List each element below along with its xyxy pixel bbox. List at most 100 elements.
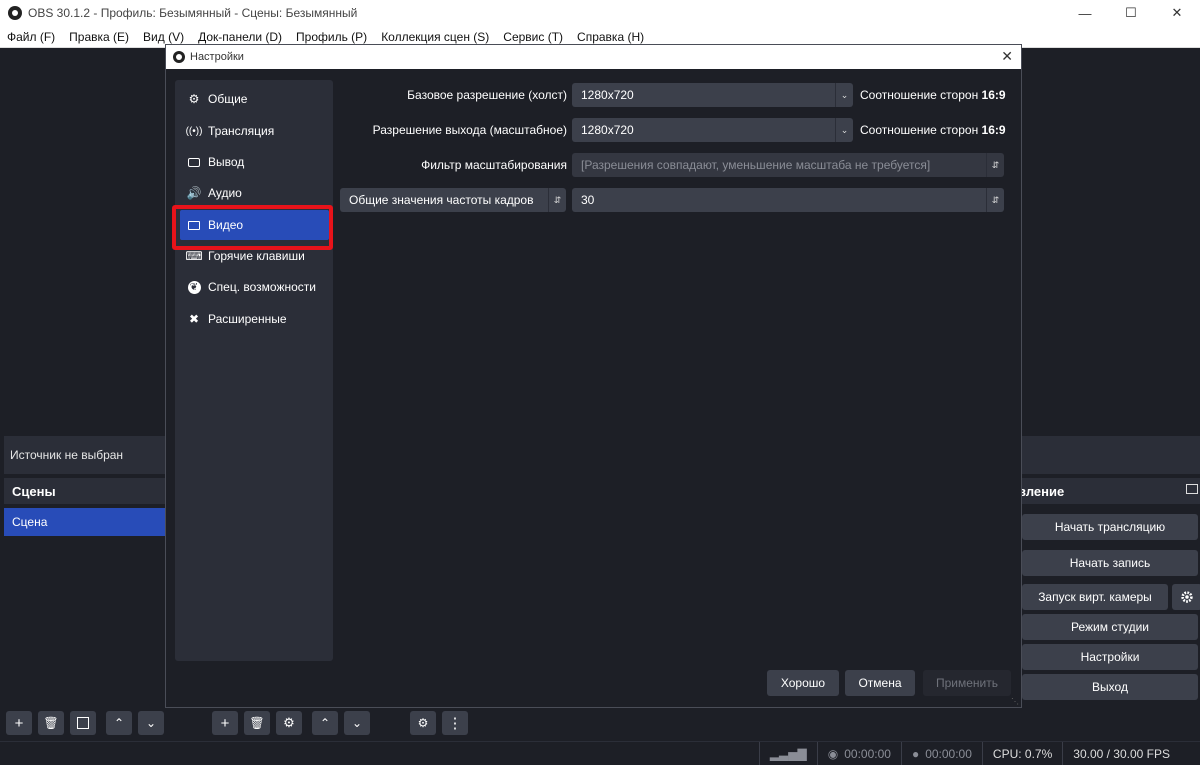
base-resolution-value: 1280x720 (581, 88, 634, 102)
source-properties-button[interactable]: ⚙ (276, 711, 302, 735)
sidebar-item-label: Вывод (208, 155, 245, 169)
sidebar-item-label: Общие (208, 92, 248, 106)
window-controls: — ☐ ✕ (1062, 0, 1200, 26)
plus-icon: + (14, 714, 24, 732)
sidebar-item-label: Расширенные (208, 312, 287, 326)
output-icon (187, 155, 201, 169)
close-icon[interactable]: ✕ (1154, 0, 1200, 26)
ok-button[interactable]: Хорошо (767, 670, 839, 696)
move-scene-down-button[interactable]: ⌄ (138, 711, 164, 735)
base-resolution-combo[interactable]: 1280x720 ⌄ (572, 83, 853, 107)
fps-value-combo[interactable]: 30 ⇵ (572, 188, 1004, 212)
fps-type-value: Общие значения частоты кадров (349, 193, 534, 207)
sidebar-item-audio[interactable]: 🔊 Аудио (175, 178, 333, 208)
move-source-up-button[interactable]: ⌃ (312, 711, 338, 735)
obs-logo-icon (8, 6, 22, 20)
scale-filter-combo: [Разрешения совпадают, уменьшение масшта… (572, 153, 1004, 177)
sidebar-item-accessibility[interactable]: ❦ Спец. возможности (175, 272, 333, 302)
updown-arrows-icon: ⇵ (986, 188, 1004, 212)
gear-icon: ⚙ (188, 92, 200, 106)
settings-button[interactable]: Настройки (1022, 644, 1198, 670)
scene-filters-button[interactable] (70, 711, 96, 735)
advanced-audio-button[interactable]: ⚙ (410, 711, 436, 735)
trash-icon: 🗑 (43, 716, 59, 730)
chevron-down-icon: ⌄ (835, 83, 853, 107)
record-time: 00:00:00 (925, 746, 972, 761)
maximize-icon[interactable]: ☐ (1108, 0, 1154, 26)
virtual-camera-settings-button[interactable] (1172, 584, 1200, 610)
add-scene-button[interactable]: + (6, 711, 32, 735)
output-resolution-label: Разрешение выхода (масштабное) (372, 123, 567, 137)
cancel-button[interactable]: Отмена (845, 670, 915, 696)
updown-arrows-icon: ⇵ (986, 153, 1004, 177)
record-timer: ● 00:00:00 (900, 741, 982, 765)
updown-arrows-icon: ⇵ (548, 188, 566, 212)
gears-icon: ⚙ (417, 716, 429, 730)
output-resolution-combo[interactable]: 1280x720 ⌄ (572, 118, 853, 142)
trash-icon: 🗑 (249, 716, 265, 730)
scale-filter-value: [Разрешения совпадают, уменьшение масшта… (581, 158, 931, 172)
start-virtual-camera-button[interactable]: Запуск вирт. камеры (1022, 584, 1168, 610)
move-scene-up-button[interactable]: ⌃ (106, 711, 132, 735)
menu-tools[interactable]: Сервис (T) (496, 30, 570, 44)
scene-item-label: Сцена (12, 515, 48, 529)
minimize-icon[interactable]: — (1062, 0, 1108, 26)
chevron-down-icon: ⌄ (145, 716, 157, 730)
undock-icon[interactable] (1186, 484, 1198, 494)
mixer-toolbar: ⚙ ⋮ (404, 708, 484, 738)
controls-dock-title: вление (1018, 483, 1065, 499)
output-aspect-ratio: Соотношение сторон 16:9 (860, 123, 1006, 137)
menu-view[interactable]: Вид (V) (136, 30, 191, 44)
scene-item[interactable]: Сцена (4, 508, 166, 536)
menu-file[interactable]: Файл (F) (0, 30, 62, 44)
source-status-text: Источник не выбран (10, 448, 124, 462)
menu-help[interactable]: Справка (H) (570, 30, 651, 44)
menu-edit[interactable]: Правка (E) (62, 30, 136, 44)
sidebar-item-label: Аудио (208, 186, 242, 200)
start-recording-button[interactable]: Начать запись (1022, 550, 1198, 576)
menu-profile[interactable]: Профиль (P) (289, 30, 374, 44)
aspect-ratio-label: Соотношение сторон (860, 123, 979, 137)
exit-button[interactable]: Выход (1022, 674, 1198, 700)
chevron-down-icon: ⌄ (351, 716, 363, 730)
mixer-menu-button[interactable]: ⋮ (442, 711, 468, 735)
signal-bars-icon: ▂▃▅▇ (769, 746, 807, 761)
keyboard-icon: ⌨ (185, 249, 203, 263)
sidebar-item-stream[interactable]: ((•)) Трансляция (175, 116, 333, 146)
cpu-usage: CPU: 0.7% (981, 741, 1062, 765)
menu-scene-collection[interactable]: Коллекция сцен (S) (374, 30, 496, 44)
apply-button[interactable]: Применить (923, 670, 1011, 696)
output-resolution-value: 1280x720 (581, 123, 634, 137)
filter-icon (77, 717, 89, 729)
record-dot-icon: ● (911, 746, 920, 761)
remove-scene-button[interactable]: 🗑 (38, 711, 64, 735)
chevron-down-icon: ⌄ (835, 118, 853, 142)
aspect-ratio-value: 16:9 (981, 88, 1006, 102)
scenes-dock-header: Сцены (4, 478, 166, 504)
controls-dock-header: вление (1010, 478, 1200, 504)
move-source-down-button[interactable]: ⌄ (344, 711, 370, 735)
start-streaming-button[interactable]: Начать трансляцию (1022, 514, 1198, 540)
sidebar-item-label: Трансляция (208, 124, 275, 138)
broadcast-icon: ((•)) (185, 125, 203, 137)
tools-icon: ✖ (188, 312, 200, 326)
chevron-up-icon: ⌃ (113, 716, 125, 730)
add-source-button[interactable]: + (212, 711, 238, 735)
sidebar-item-output[interactable]: Вывод (175, 147, 333, 177)
sidebar-item-label: Спец. возможности (208, 280, 316, 294)
resize-grip-icon[interactable]: ⋱ (1011, 697, 1019, 706)
sidebar-item-advanced[interactable]: ✖ Расширенные (175, 304, 333, 334)
sources-toolbar: + 🗑 ⚙ ⌃ ⌄ (206, 708, 396, 738)
menu-docks[interactable]: Док-панели (D) (191, 30, 289, 44)
remove-source-button[interactable]: 🗑 (244, 711, 270, 735)
studio-mode-button[interactable]: Режим студии (1022, 614, 1198, 640)
fps-type-combo[interactable]: Общие значения частоты кадров ⇵ (340, 188, 566, 212)
scenes-list: Сцена (0, 504, 166, 704)
more-vertical-icon: ⋮ (447, 715, 463, 732)
settings-sidebar: ⚙ Общие ((•)) Трансляция Вывод 🔊 Аудио В… (175, 80, 333, 661)
close-icon[interactable]: ✕ (1001, 48, 1013, 65)
fps-display: 30.00 / 30.00 FPS (1062, 741, 1200, 765)
obs-logo-icon (173, 51, 185, 63)
sidebar-item-general[interactable]: ⚙ Общие (175, 84, 333, 114)
aspect-ratio-label: Соотношение сторон (860, 88, 979, 102)
